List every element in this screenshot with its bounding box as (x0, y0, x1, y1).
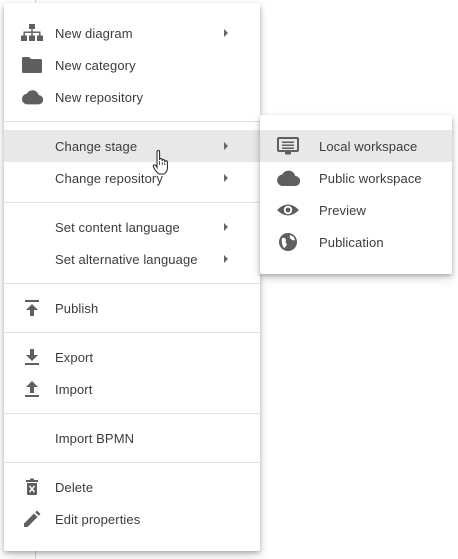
change-stage-submenu: Local workspace Public workspace Preview (260, 115, 452, 274)
monitor-list-icon (276, 137, 300, 155)
menu-item-label: New repository (55, 90, 144, 105)
eye-icon (276, 201, 300, 219)
menu-item-label: Edit properties (55, 512, 141, 527)
menu-item-set-alternative-language[interactable]: Set alternative language (4, 243, 260, 275)
menu-divider (4, 413, 260, 414)
menu-divider (4, 283, 260, 284)
menu-item-label: Change repository (55, 171, 163, 186)
menu-item-label: New diagram (55, 26, 133, 41)
menu-divider (4, 121, 260, 122)
sitemap-icon (21, 24, 43, 42)
menu-item-label: Set content language (55, 220, 180, 235)
menu-item-publish[interactable]: Publish (4, 292, 260, 324)
menu-item-edit-properties[interactable]: Edit properties (4, 503, 260, 535)
cloud-icon (276, 169, 300, 187)
submenu-item-publication[interactable]: Publication (260, 226, 452, 258)
menu-item-export[interactable]: Export (4, 341, 260, 373)
submenu-item-label: Publication (319, 235, 384, 250)
download-icon (21, 348, 43, 366)
menu-item-new-diagram[interactable]: New diagram (4, 17, 260, 49)
menu-item-set-content-language[interactable]: Set content language (4, 211, 260, 243)
submenu-item-preview[interactable]: Preview (260, 194, 452, 226)
folder-icon (21, 56, 43, 74)
submenu-item-label: Public workspace (319, 171, 422, 186)
menu-divider (4, 202, 260, 203)
submenu-item-local-workspace[interactable]: Local workspace (260, 130, 452, 162)
menu-item-new-category[interactable]: New category (4, 49, 260, 81)
submenu-item-label: Local workspace (319, 139, 418, 154)
menu-item-label: Import (55, 382, 93, 397)
submenu-arrow-icon (224, 29, 228, 37)
menu-item-label: New category (55, 58, 136, 73)
menu-item-import-bpmn[interactable]: Import BPMN (4, 422, 260, 454)
menu-item-label: Publish (55, 301, 99, 316)
trash-icon (21, 478, 43, 496)
menu-item-label: Import BPMN (55, 431, 135, 446)
submenu-arrow-icon (224, 174, 228, 182)
menu-item-change-repository[interactable]: Change repository (4, 162, 260, 194)
menu-item-label: Change stage (55, 139, 138, 154)
menu-item-import[interactable]: Import (4, 373, 260, 405)
publish-icon (21, 299, 43, 317)
menu-item-label: Delete (55, 480, 94, 495)
hand-pointer-cursor-icon (152, 149, 172, 176)
menu-item-new-repository[interactable]: New repository (4, 81, 260, 113)
submenu-item-public-workspace[interactable]: Public workspace (260, 162, 452, 194)
submenu-arrow-icon (224, 223, 228, 231)
submenu-item-label: Preview (319, 203, 366, 218)
menu-item-delete[interactable]: Delete (4, 471, 260, 503)
pencil-icon (21, 510, 43, 528)
cloud-icon (21, 88, 43, 106)
menu-item-label: Set alternative language (55, 252, 198, 267)
context-menu: New diagram New category New repository … (4, 3, 260, 551)
submenu-arrow-icon (224, 255, 228, 263)
submenu-arrow-icon (224, 142, 228, 150)
upload-icon (21, 380, 43, 398)
menu-item-label: Export (55, 350, 94, 365)
globe-icon (276, 233, 300, 251)
menu-divider (4, 332, 260, 333)
menu-divider (4, 462, 260, 463)
menu-item-change-stage[interactable]: Change stage (4, 130, 260, 162)
